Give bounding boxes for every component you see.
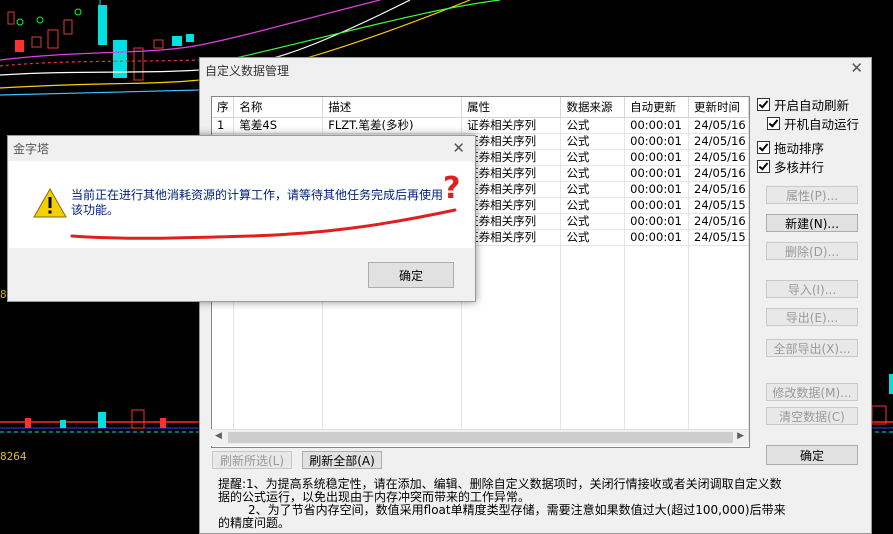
table-cell: 00:00:01 — [624, 197, 690, 214]
alert-message: 当前正在进行其他消耗资源的计算工作，请等待其他任务完成后再使用该功能。 — [71, 188, 444, 217]
export-button[interactable]: 导出(E)... — [766, 308, 858, 326]
dialog-title: 自定义数据管理 — [205, 64, 290, 78]
table-cell: 1 — [212, 117, 235, 134]
alert-dialog: 金字塔 ✕ 当前正在进行其他消耗资源的计算工作，请等待其他任务完成后再使用该功能… — [7, 135, 476, 302]
drag-sort-checkbox[interactable]: 拖动排序 — [757, 138, 824, 157]
column-header[interactable]: 自动更新 — [624, 97, 690, 118]
properties-button[interactable]: 属性(P)... — [766, 186, 858, 204]
tips-text: 提醒:1、为提高系统稳定性，请在添加、编辑、删除自定义数据项时，关闭行情接收或者… — [218, 477, 786, 530]
checked-icon — [767, 117, 780, 130]
candles — [7, 0, 194, 81]
column-header[interactable]: 描述 — [322, 97, 463, 118]
table-cell: 00:00:01 — [624, 117, 690, 134]
startup-auto-run-checkbox[interactable]: 开机自动运行 — [767, 114, 859, 133]
checked-icon — [757, 141, 770, 154]
column-header[interactable]: 更新时间 — [688, 97, 749, 118]
alert-ok-button[interactable]: 确定 — [368, 262, 454, 288]
table-cell: 24/05/15 — [688, 229, 749, 246]
refresh-all-button[interactable]: 刷新全部(A) — [302, 451, 382, 469]
table-cell: 公式 — [560, 165, 626, 182]
table-cell: 证券相关序列 — [461, 197, 562, 214]
table-cell: 24/05/15 — [688, 197, 749, 214]
column-header[interactable]: 属性 — [461, 97, 562, 118]
modify-data-button[interactable]: 修改数据(M)... — [766, 383, 858, 401]
warning-icon — [33, 188, 67, 218]
table-cell: 公式 — [560, 181, 626, 198]
table-cell: 证券相关序列 — [461, 229, 562, 246]
table-cell: 24/05/16 — [688, 133, 749, 150]
clear-data-button[interactable]: 清空数据(C) — [766, 407, 858, 425]
multicore-checkbox[interactable]: 多核并行 — [757, 157, 824, 176]
table-cell: 00:00:01 — [624, 165, 690, 182]
table-cell: 笔差4S — [233, 117, 324, 134]
table-cell: 公式 — [560, 117, 626, 134]
side-value-mid: 8 — [0, 288, 7, 301]
column-header[interactable]: 序 — [212, 97, 235, 118]
side-value-bottom: 8264 — [0, 450, 27, 463]
scrollbar-thumb[interactable] — [228, 432, 733, 443]
table-cell: 证券相关序列 — [461, 133, 562, 150]
table-cell: 24/05/16 — [688, 149, 749, 166]
table-cell: 证券相关序列 — [461, 149, 562, 166]
table-cell: 24/05/16 — [688, 181, 749, 198]
new-button[interactable]: 新建(N)... — [766, 214, 858, 232]
table-cell: 公式 — [560, 133, 626, 150]
import-button[interactable]: 导入(I)... — [766, 280, 858, 298]
table-cell: 证券相关序列 — [461, 181, 562, 198]
export-all-button[interactable]: 全部导出(X)... — [766, 339, 858, 357]
table-cell: 证券相关序列 — [461, 117, 562, 134]
alert-title: 金字塔 — [13, 142, 50, 156]
horizontal-scrollbar[interactable]: ◀ ▶ — [211, 429, 748, 446]
scroll-left-icon[interactable]: ◀ — [215, 431, 222, 441]
table-row[interactable]: 1 笔差4S FLZT.笔差(多秒) 证券相关序列 公式 00:00:01 24/05/16 — [212, 117, 749, 134]
ok-button[interactable]: 确定 — [766, 445, 858, 465]
table-cell: 00:00:01 — [624, 149, 690, 166]
checked-icon — [757, 160, 770, 173]
refresh-selected-button[interactable]: 刷新所选(L) — [212, 451, 292, 469]
table-cell: 00:00:01 — [624, 181, 690, 198]
table-cell: 24/05/16 — [688, 165, 749, 182]
table-cell: 公式 — [560, 213, 626, 230]
table-cell: 24/05/16 — [688, 117, 749, 134]
table-cell: 公式 — [560, 197, 626, 214]
close-icon[interactable]: ✕ — [452, 139, 465, 157]
auto-refresh-checkbox[interactable]: 开启自动刷新 — [757, 95, 849, 114]
table-cell: 00:00:01 — [624, 229, 690, 246]
table-cell: 24/05/16 — [688, 213, 749, 230]
table-cell: 证券相关序列 — [461, 213, 562, 230]
table-cell: 公式 — [560, 229, 626, 246]
table-cell: FLZT.笔差(多秒) — [322, 117, 463, 134]
close-icon[interactable]: ✕ — [850, 59, 863, 77]
checked-icon — [757, 98, 770, 111]
column-header[interactable]: 名称 — [233, 97, 324, 118]
table-cell: 公式 — [560, 149, 626, 166]
table-cell: 00:00:01 — [624, 133, 690, 150]
column-header[interactable]: 数据来源 — [560, 97, 626, 118]
delete-button[interactable]: 删除(D)... — [766, 242, 858, 260]
scroll-right-icon[interactable]: ▶ — [737, 431, 744, 441]
table-cell: 00:00:01 — [624, 213, 690, 230]
table-cell: 证券相关序列 — [461, 165, 562, 182]
